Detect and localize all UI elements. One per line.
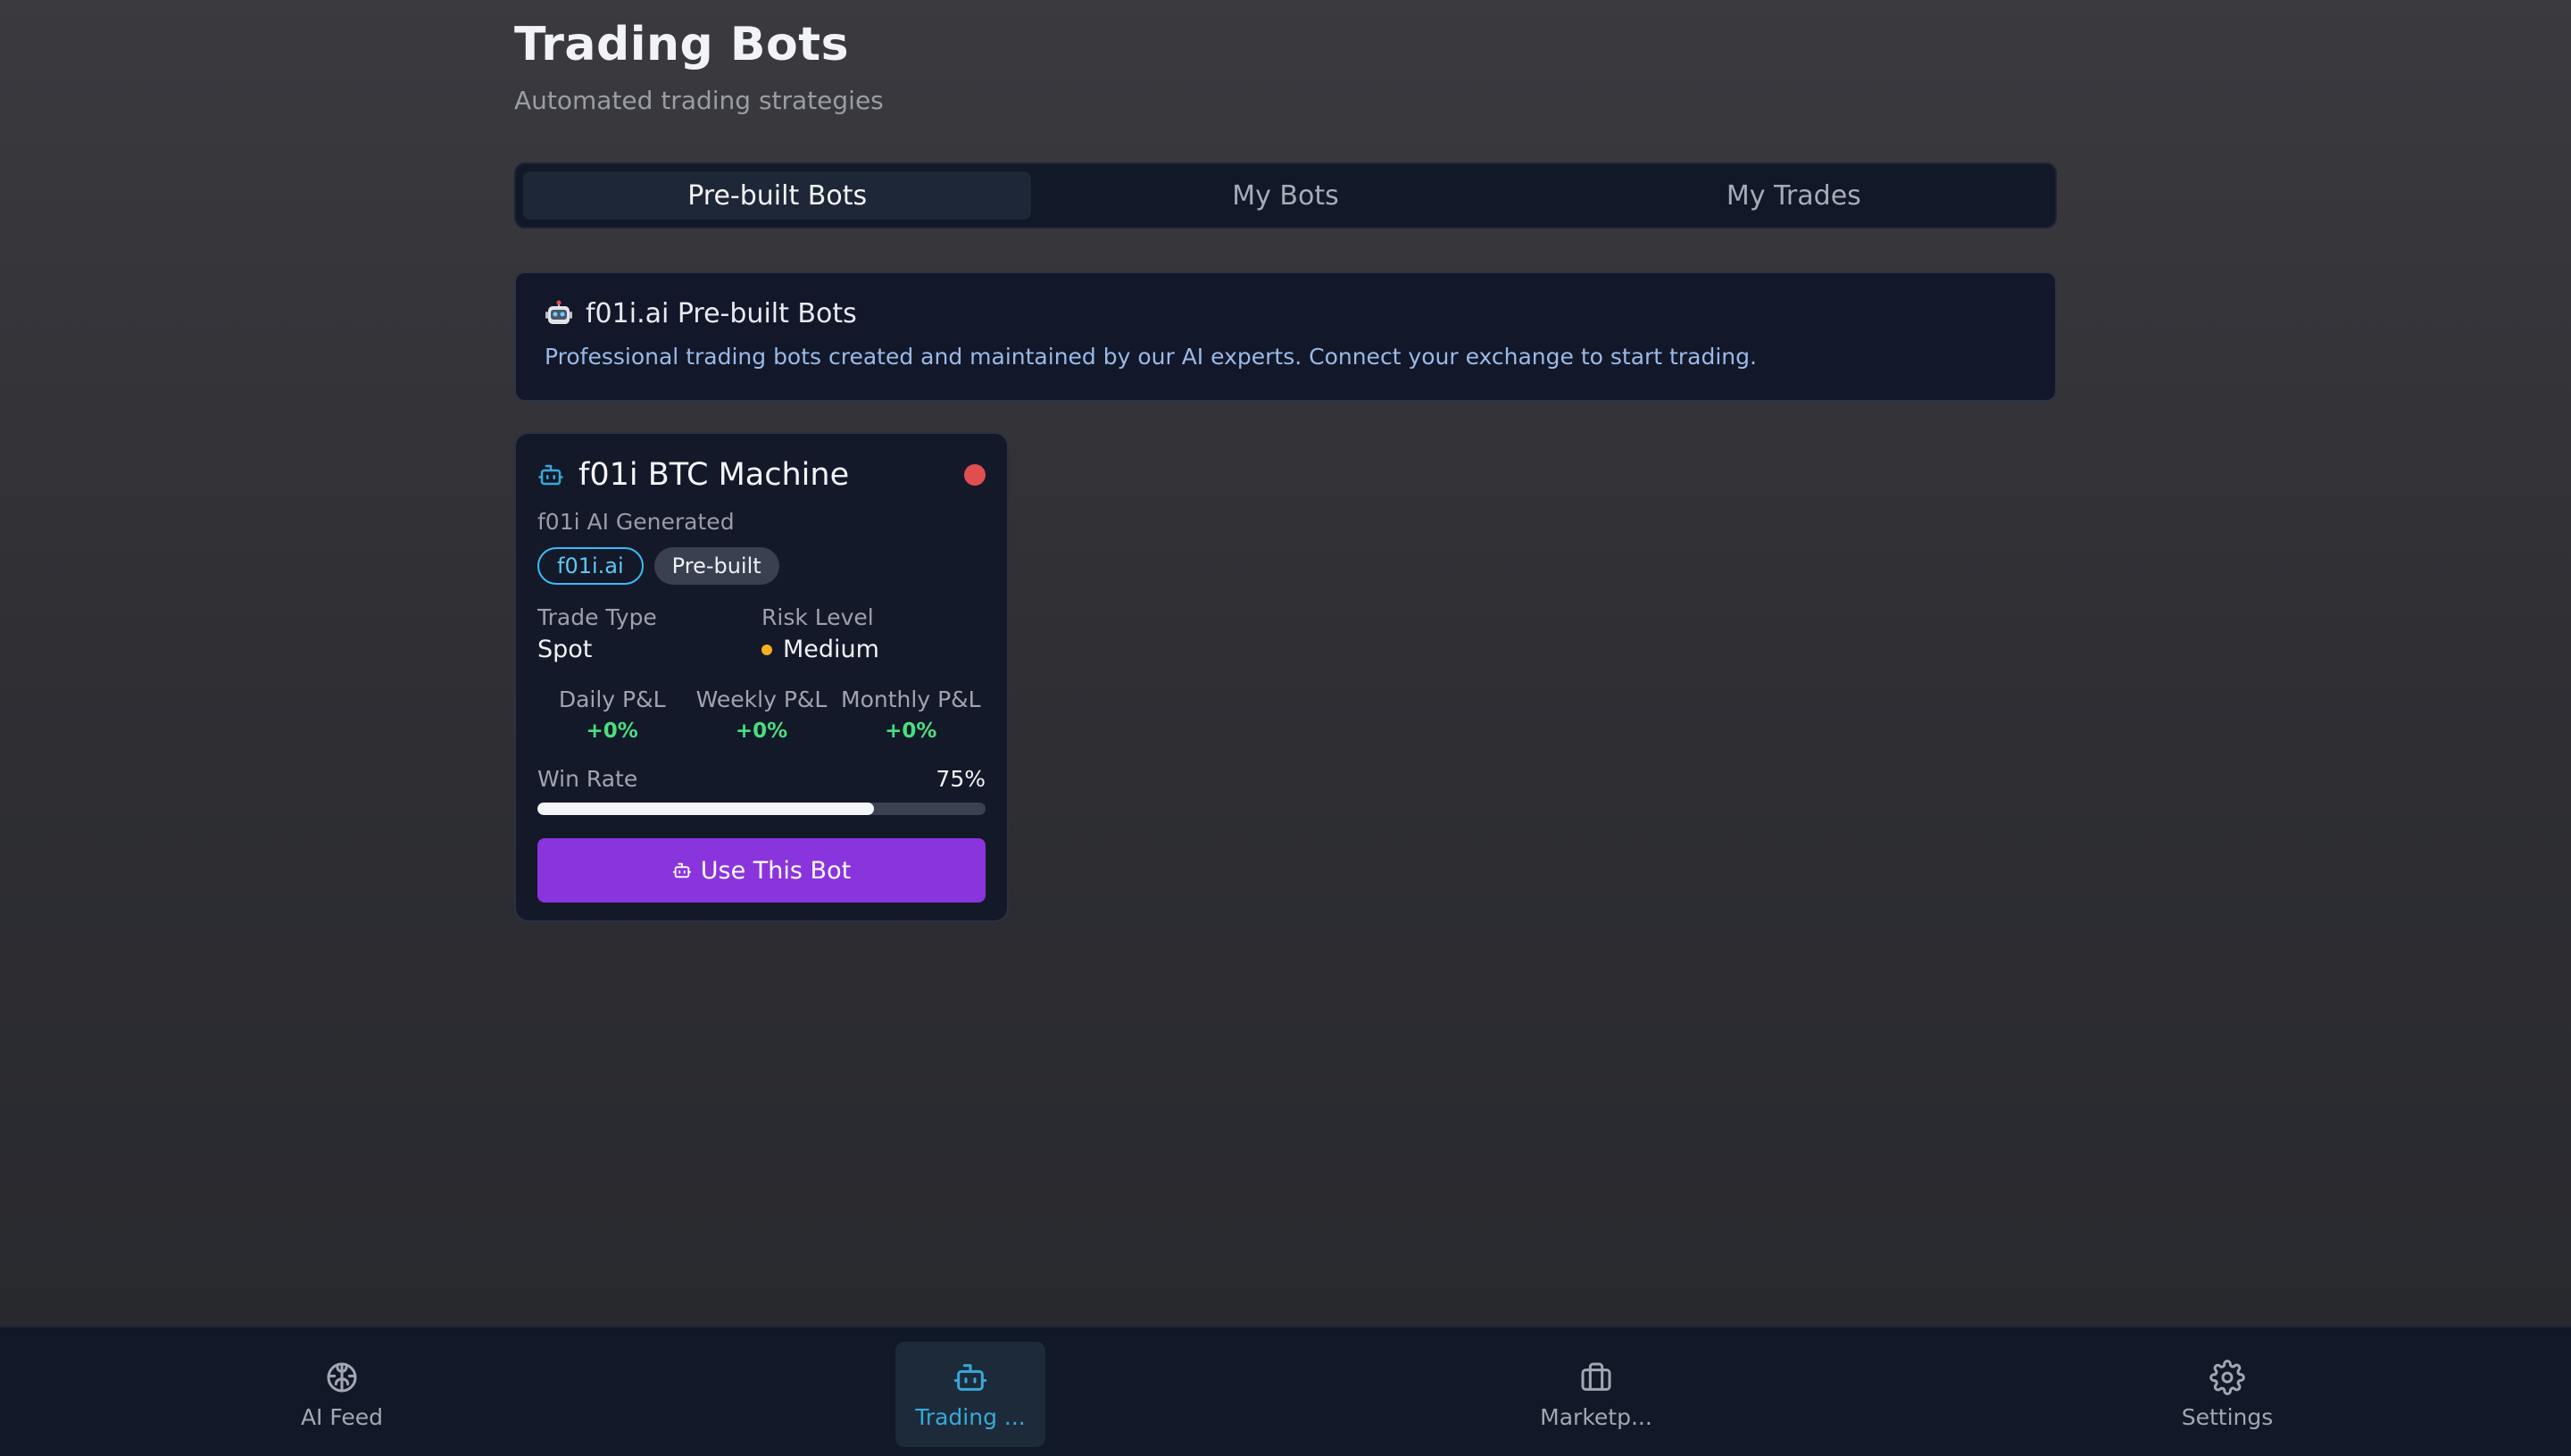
tab-prebuilt-bots[interactable]: Pre-built Bots [523, 171, 1032, 220]
risk-level-value: Medium [783, 636, 879, 663]
bot-icon [537, 462, 564, 488]
nav-item-trading[interactable]: Trading ... [895, 1342, 1045, 1447]
tab-bar: Pre-built Bots My Bots My Trades [514, 162, 2057, 229]
weekly-pnl-label: Weekly P&L [695, 686, 828, 712]
card-title-wrap: f01i BTC Machine [537, 457, 849, 493]
nav-label-settings: Settings [2181, 1403, 2274, 1430]
weekly-pnl-value: +0% [735, 720, 788, 743]
status-indicator [964, 464, 986, 486]
badge-prebuilt: Pre-built [653, 547, 779, 585]
robot-emoji-icon [545, 300, 573, 329]
daily-pnl-value: +0% [586, 720, 638, 743]
nav-item-settings[interactable]: Settings [2152, 1342, 2302, 1447]
bottom-nav: AI Feed Trading ... Marketp... Settings [0, 1326, 2571, 1456]
win-rate-value: 75% [936, 766, 986, 792]
info-title-row: f01i.ai Pre-built Bots [545, 298, 2026, 329]
weekly-pnl: Weekly P&L +0% [686, 686, 836, 743]
info-description: Professional trading bots created and ma… [545, 344, 1757, 370]
tab-my-bots[interactable]: My Bots [1031, 171, 1539, 220]
nav-item-ai-feed[interactable]: AI Feed [267, 1342, 417, 1447]
bot-subtitle: f01i AI Generated [537, 509, 735, 535]
bot-icon [953, 1360, 988, 1395]
risk-dot-icon [761, 644, 772, 655]
gear-icon [2209, 1359, 2245, 1395]
bot-icon [672, 861, 692, 880]
risk-level-label: Risk Level [761, 604, 874, 630]
bot-name: f01i BTC Machine [578, 457, 850, 493]
prebuilt-info-box: f01i.ai Pre-built Bots Professional trad… [514, 271, 2057, 402]
win-rate-progress-fill [537, 803, 874, 815]
bot-meta: Trade Type Spot Risk Level Medium [537, 604, 986, 663]
trade-type-value: Spot [537, 636, 593, 663]
tab-my-trades[interactable]: My Trades [1540, 171, 2048, 220]
monthly-pnl-value: +0% [885, 720, 937, 743]
win-rate-row: Win Rate 75% [537, 766, 986, 792]
nav-item-marketplace[interactable]: Marketp... [1521, 1342, 1671, 1447]
card-header: f01i BTC Machine [537, 457, 986, 493]
info-title: f01i.ai Pre-built Bots [586, 298, 857, 329]
win-rate-label: Win Rate [537, 766, 638, 792]
page-subtitle: Automated trading strategies [514, 86, 884, 115]
use-this-bot-label: Use This Bot [700, 856, 852, 885]
nav-label-trading: Trading ... [915, 1403, 1026, 1430]
win-rate-progress [537, 803, 986, 815]
pnl-row: Daily P&L +0% Weekly P&L +0% Monthly P&L… [537, 686, 986, 743]
nav-label-ai-feed: AI Feed [300, 1403, 384, 1430]
nav-label-marketplace: Marketp... [1540, 1403, 1652, 1430]
monthly-pnl: Monthly P&L +0% [836, 686, 986, 743]
bot-card[interactable]: f01i BTC Machine f01i AI Generated f01i.… [514, 432, 1009, 922]
use-this-bot-button[interactable]: Use This Bot [537, 838, 986, 903]
trade-type: Trade Type Spot [537, 604, 761, 663]
monthly-pnl-label: Monthly P&L [841, 686, 981, 712]
page-title: Trading Bots [514, 18, 850, 71]
badge-row: f01i.ai Pre-built [537, 547, 986, 585]
badge-f01i: f01i.ai [537, 547, 644, 585]
briefcase-icon [1578, 1360, 1614, 1395]
risk-level-value-row: Medium [761, 636, 986, 663]
daily-pnl-label: Daily P&L [558, 686, 666, 712]
risk-level: Risk Level Medium [761, 604, 986, 663]
trade-type-label: Trade Type [537, 604, 657, 630]
daily-pnl: Daily P&L +0% [537, 686, 686, 743]
brain-icon [324, 1360, 360, 1395]
